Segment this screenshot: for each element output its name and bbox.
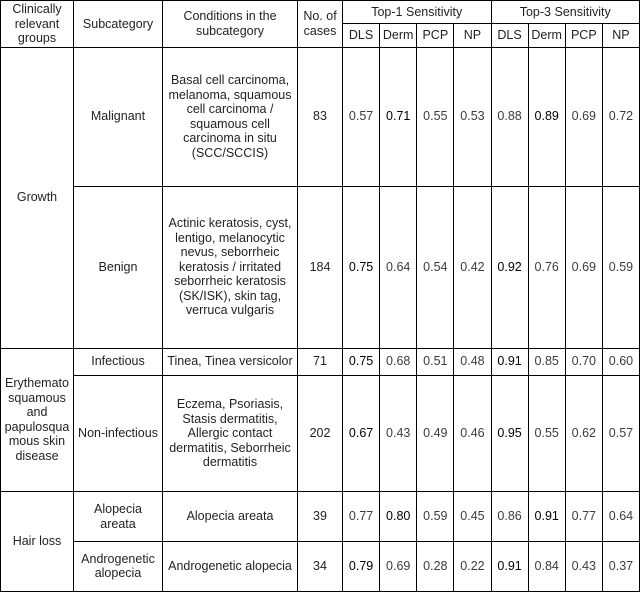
- top1-derm-value: 0.80: [379, 491, 418, 542]
- top3-np-value: 0.60: [601, 347, 640, 376]
- conditions-list: Androgenetic alopecia: [162, 540, 298, 592]
- top1-np-value: 0.48: [453, 347, 492, 376]
- case-count: 34: [297, 540, 343, 592]
- top1-np-value: 0.46: [453, 374, 492, 493]
- table-row: Hair loss Alopecia areata Alopecia areata 3…: [0, 491, 640, 592]
- top1-pcp-value: 0.51: [416, 347, 455, 376]
- top1-dls-value: 0.75: [341, 347, 381, 376]
- table-row: Non-infectious Eczema, Psoriasis, Stasis …: [1, 374, 640, 493]
- header-top1-pcp: PCP: [416, 23, 455, 48]
- top3-pcp-value: 0.69: [564, 46, 603, 187]
- top3-dls-value: 0.86: [490, 491, 529, 542]
- top1-pcp-value: 0.49: [416, 374, 455, 493]
- conditions-list: Tinea, Tinea versicolor: [162, 347, 298, 376]
- subcategory-label: Alopecia areata: [73, 491, 163, 542]
- header-top3-np: NP: [601, 23, 640, 48]
- top1-derm-value: 0.64: [379, 185, 418, 349]
- top1-np-value: 0.53: [453, 46, 492, 187]
- header-top3-pcp: PCP: [564, 23, 603, 48]
- case-count: 39: [297, 491, 343, 542]
- top3-dls-value: 0.91: [490, 347, 529, 376]
- top1-dls-value: 0.77: [341, 491, 381, 542]
- case-count: 71: [297, 347, 343, 376]
- table-row: Growth Malignant Basal cell carcinoma, mel…: [0, 46, 640, 349]
- table-row: Erythematosquamous and papulosquamous sk…: [0, 347, 640, 493]
- top3-np-value: 0.64: [601, 491, 640, 542]
- top1-derm-value: 0.68: [379, 347, 418, 376]
- top1-derm-value: 0.71: [379, 46, 418, 187]
- top3-np-value: 0.57: [601, 374, 640, 493]
- header-top3-sensitivity: Top-3 Sensitivity: [490, 0, 640, 25]
- top1-np-value: 0.22: [453, 540, 492, 592]
- header-clinically-relevant-groups: Clinically relevant groups: [0, 0, 74, 48]
- case-count: 202: [297, 374, 343, 493]
- header-top1-np: NP: [453, 23, 492, 48]
- top3-derm-value: 0.91: [527, 491, 566, 542]
- top3-derm-value: 0.89: [527, 46, 566, 187]
- top1-pcp-value: 0.28: [416, 540, 455, 592]
- top3-np-value: 0.37: [601, 540, 640, 592]
- header-top1-dls: DLS: [341, 23, 381, 48]
- conditions-list: Alopecia areata: [162, 491, 298, 542]
- header-top1-sensitivity: Top-1 Sensitivity: [342, 0, 492, 25]
- group-label: Hair loss: [0, 491, 74, 592]
- top1-pcp-value: 0.55: [416, 46, 455, 187]
- table-header: Clinically relevant groups Subcategory C…: [0, 0, 640, 48]
- top3-dls-value: 0.95: [490, 374, 529, 493]
- top3-dls-value: 0.92: [490, 185, 529, 349]
- group-label: Erythematosquamous and papulosquamous sk…: [0, 347, 74, 493]
- top3-derm-value: 0.55: [527, 374, 566, 493]
- top1-dls-value: 0.79: [341, 540, 381, 592]
- conditions-list: Actinic keratosis, cyst, lentigo, melano…: [162, 185, 298, 349]
- top1-dls-value: 0.67: [341, 374, 381, 493]
- subcategory-label: Benign: [73, 185, 163, 349]
- top1-dls-value: 0.57: [341, 46, 381, 187]
- top3-np-value: 0.72: [601, 46, 640, 187]
- conditions-list: Basal cell carcinoma, melanoma, squamous…: [162, 46, 298, 187]
- header-row-primary: Clinically relevant groups Subcategory C…: [0, 0, 640, 48]
- subcategory-label: Androgenetic alopecia: [73, 540, 163, 592]
- top1-dls-value: 0.75: [341, 185, 381, 349]
- header-top3-derm: Derm: [527, 23, 566, 48]
- top3-derm-value: 0.76: [527, 185, 566, 349]
- top1-np-value: 0.45: [453, 491, 492, 542]
- top3-pcp-value: 0.70: [564, 347, 603, 376]
- top3-pcp-value: 0.62: [564, 374, 603, 493]
- header-no-of-cases: No. of cases: [297, 0, 343, 48]
- subcategory-label: Non-infectious: [73, 374, 163, 493]
- header-conditions: Conditions in the subcategory: [162, 0, 298, 48]
- top3-pcp-value: 0.77: [564, 491, 603, 542]
- subcategory-label: Malignant: [73, 46, 163, 187]
- case-count: 184: [297, 185, 343, 349]
- top1-pcp-value: 0.59: [416, 491, 455, 542]
- top3-np-value: 0.59: [601, 185, 640, 349]
- sensitivity-results-table: Clinically relevant groups Subcategory C…: [0, 0, 640, 592]
- top1-derm-value: 0.43: [379, 374, 418, 493]
- subcategory-label: Infectious: [73, 347, 163, 376]
- top1-np-value: 0.42: [453, 185, 492, 349]
- group-label: Growth: [0, 46, 74, 349]
- table-row: Androgenetic alopecia Androgenetic alopec…: [1, 540, 640, 592]
- top3-derm-value: 0.84: [527, 540, 566, 592]
- top1-derm-value: 0.69: [379, 540, 418, 592]
- top3-pcp-value: 0.43: [564, 540, 603, 592]
- top3-pcp-value: 0.69: [564, 185, 603, 349]
- top1-pcp-value: 0.54: [416, 185, 455, 349]
- top3-dls-value: 0.91: [490, 540, 529, 592]
- header-subcategory: Subcategory: [73, 0, 163, 48]
- table-row: Benign Actinic keratosis, cyst, lentigo, …: [1, 185, 640, 349]
- top3-derm-value: 0.85: [527, 347, 566, 376]
- header-top3-dls: DLS: [490, 23, 529, 48]
- top3-dls-value: 0.88: [490, 46, 529, 187]
- conditions-list: Eczema, Psoriasis, Stasis dermatitis, Al…: [162, 374, 298, 493]
- case-count: 83: [297, 46, 343, 187]
- table-body: Growth Malignant Basal cell carcinoma, mel…: [0, 46, 640, 592]
- header-top1-derm: Derm: [379, 23, 418, 48]
